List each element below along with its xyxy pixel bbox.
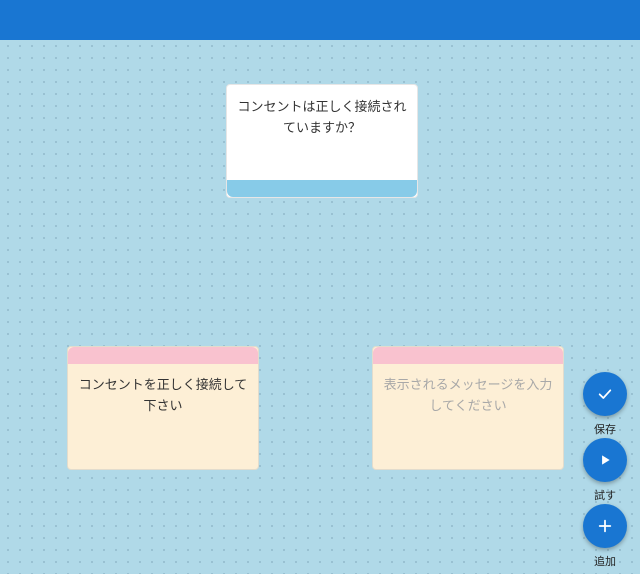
app-bar	[0, 0, 640, 40]
plus-icon	[598, 519, 612, 533]
message-node-text: コンセントを正しく接続して下さい	[78, 378, 248, 414]
message-node[interactable]: コンセントを正しく接続して下さい	[67, 346, 259, 470]
save-action: 保存	[583, 372, 627, 437]
question-node-text: コンセントは正しく接続されていますか？	[237, 100, 407, 136]
message-node-placeholder: 表示されるメッセージを入力してください	[383, 378, 553, 414]
question-node-footer[interactable]	[227, 180, 417, 197]
play-icon	[602, 455, 610, 465]
try-button[interactable]	[583, 438, 627, 482]
message-node-header[interactable]	[68, 347, 258, 364]
message-node-header[interactable]	[373, 347, 563, 364]
try-label: 試す	[594, 489, 616, 502]
check-icon	[598, 389, 612, 399]
save-button[interactable]	[583, 372, 627, 416]
add-label: 追加	[594, 555, 616, 568]
question-node[interactable]: コンセントは正しく接続されていますか？	[226, 84, 418, 198]
message-node[interactable]: 表示されるメッセージを入力してください	[372, 346, 564, 470]
add-action: 追加	[583, 504, 627, 569]
save-label: 保存	[594, 423, 616, 436]
add-button[interactable]	[583, 504, 627, 548]
try-action: 試す	[583, 438, 627, 503]
